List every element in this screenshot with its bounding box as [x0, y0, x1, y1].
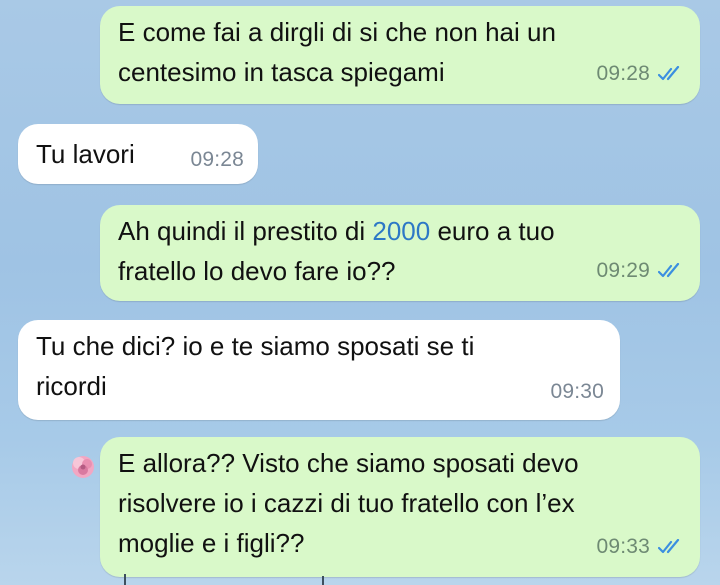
wallpaper-stem — [322, 576, 324, 585]
message-text: E allora?? Visto che siamo sposati devo … — [118, 448, 579, 558]
message-meta: 09:30 — [550, 372, 604, 412]
detected-number-link[interactable]: 2000 — [372, 216, 430, 246]
message-time: 09:33 — [596, 535, 650, 558]
double-check-icon — [658, 66, 680, 81]
wallpaper-stem — [124, 574, 126, 585]
message-time: 09:28 — [596, 62, 650, 85]
message-time: 09:28 — [190, 148, 244, 171]
message-meta: 09:29 — [596, 251, 684, 291]
message-text: E come fai a dirgli di si che non hai un… — [118, 17, 556, 87]
message-meta: 09:28 — [596, 54, 684, 94]
flower-icon — [72, 456, 94, 478]
message-time: 09:29 — [596, 259, 650, 282]
message-meta: 09:33 — [596, 527, 684, 567]
chat-thread: E come fai a dirgli di si che non hai un… — [0, 0, 720, 585]
double-check-icon — [658, 539, 680, 554]
message-text: Tu che dici? io e te siamo sposati se ti… — [36, 331, 475, 401]
message-bubble-outgoing[interactable]: E come fai a dirgli di si che non hai un… — [100, 6, 700, 104]
double-check-icon — [658, 263, 680, 278]
message-text-part: Ah quindi il prestito di — [118, 216, 373, 246]
message-meta: 09:28 — [190, 140, 244, 180]
message-time: 09:30 — [550, 380, 604, 403]
message-bubble-outgoing[interactable]: E allora?? Visto che siamo sposati devo … — [100, 437, 700, 577]
message-bubble-incoming[interactable]: Tu lavori 09:28 — [18, 124, 258, 184]
message-bubble-incoming[interactable]: Tu che dici? io e te siamo sposati se ti… — [18, 320, 620, 420]
message-bubble-outgoing[interactable]: Ah quindi il prestito di 2000 euro a tuo… — [100, 205, 700, 301]
message-text: Tu lavori — [36, 139, 135, 169]
message-text: Ah quindi il prestito di 2000 euro a tuo… — [118, 211, 555, 291]
